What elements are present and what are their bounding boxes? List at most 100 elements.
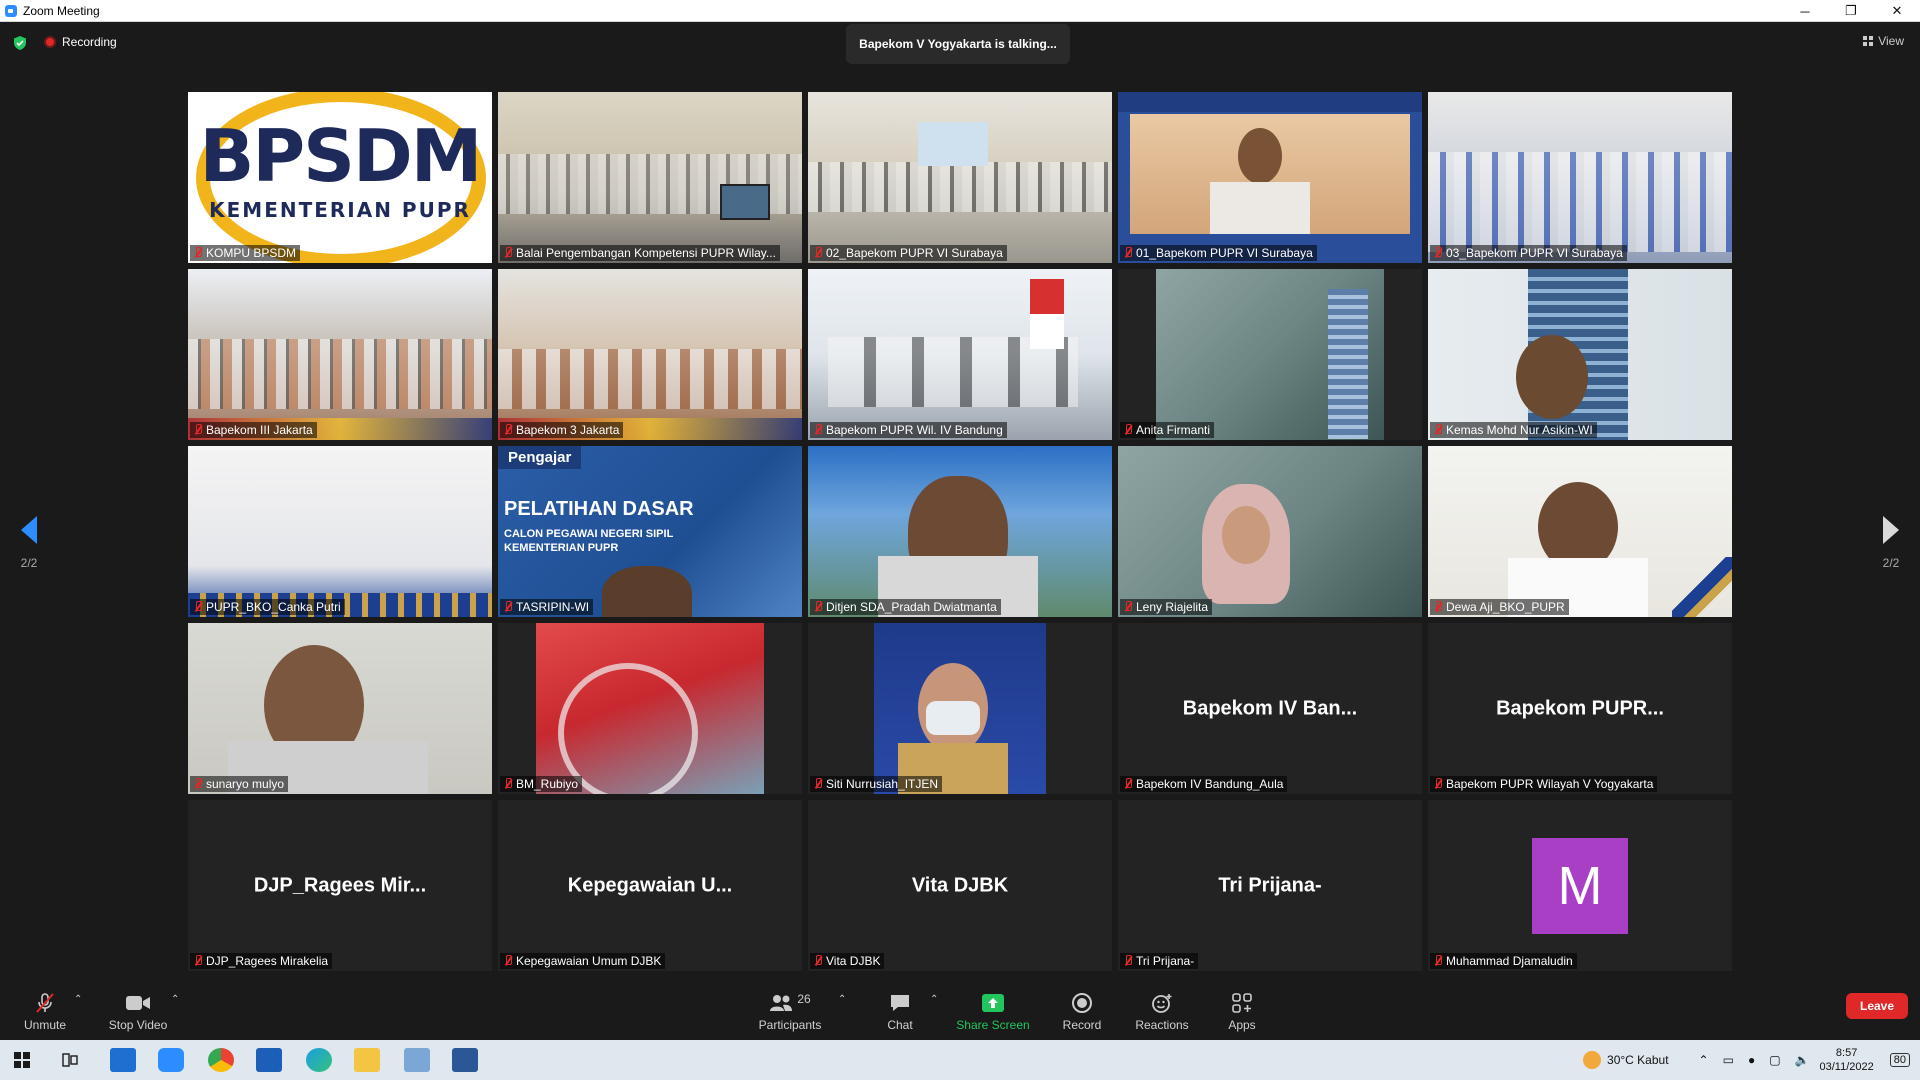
participant-tile[interactable]: sunaryo mulyo bbox=[188, 623, 492, 794]
notifications-badge[interactable]: 80 bbox=[1889, 1053, 1910, 1067]
participant-tile[interactable]: BM_Rubiyo bbox=[498, 623, 802, 794]
participant-tile[interactable]: Anita Firmanti bbox=[1118, 269, 1422, 440]
participants-icon bbox=[770, 995, 793, 1011]
page-indicator-right: 2/2 bbox=[1882, 556, 1900, 570]
participant-tile[interactable]: Bapekom 3 Jakarta bbox=[498, 269, 802, 440]
muted-mic-icon bbox=[194, 955, 202, 966]
previous-page-button[interactable]: 2/2 bbox=[9, 516, 49, 570]
record-button[interactable]: Record bbox=[1062, 992, 1102, 1032]
participant-tile[interactable]: Bapekom IV Ban... Bapekom IV Bandung_Aul… bbox=[1118, 623, 1422, 794]
participant-tile[interactable]: Balai Pengembangan Kompetensi PUPR Wilay… bbox=[498, 92, 802, 263]
participant-tile[interactable]: Kemas Mohd Nur Asikin-WI bbox=[1428, 269, 1732, 440]
muted-mic-icon bbox=[504, 424, 512, 435]
muted-mic-icon bbox=[504, 601, 512, 612]
system-tray: 30°C Kabut ⌃ ▭ ● ▢ 🔈 8:57 03/11/2022 80 bbox=[1583, 1040, 1920, 1080]
page-indicator-left: 2/2 bbox=[20, 556, 38, 570]
view-label: View bbox=[1878, 34, 1904, 48]
participant-tile[interactable]: M Muhammad Djamaludin bbox=[1428, 800, 1732, 971]
network-icon[interactable]: ▭ bbox=[1723, 1053, 1734, 1067]
participants-count: 26 bbox=[797, 992, 811, 1006]
participant-tile[interactable]: Bapekom PUPR Wil. IV Bandung bbox=[808, 269, 1112, 440]
muted-mic-icon bbox=[194, 424, 202, 435]
muted-mic-icon bbox=[1124, 424, 1132, 435]
word-app-icon[interactable] bbox=[452, 1048, 478, 1072]
participant-tile[interactable]: Vita DJBK Vita DJBK bbox=[808, 800, 1112, 971]
recording-dot-icon bbox=[44, 36, 56, 48]
zoom-taskbar-icon[interactable] bbox=[158, 1048, 184, 1072]
edge-app-icon[interactable] bbox=[306, 1048, 332, 1072]
encryption-shield-icon[interactable] bbox=[12, 35, 28, 51]
participant-tile[interactable]: DJP_Ragees Mir... DJP_Ragees Mirakelia bbox=[188, 800, 492, 971]
hidden-icons-chevron-icon[interactable]: ⌃ bbox=[1699, 1053, 1709, 1067]
grid-view-icon bbox=[1863, 36, 1874, 46]
muted-mic-icon bbox=[1124, 247, 1132, 258]
meeting-toolbar: Unmute ⌃ Stop Video ⌃ 26 Participants ⌃ … bbox=[0, 980, 1920, 1040]
participant-tile[interactable]: Tri Prijana- Tri Prijana- bbox=[1118, 800, 1422, 971]
task-view-icon[interactable] bbox=[62, 1052, 78, 1068]
talking-banner: Bapekom V Yogyakarta is talking... bbox=[846, 24, 1070, 64]
muted-mic-icon bbox=[814, 778, 822, 789]
stop-video-button[interactable]: Stop Video bbox=[106, 992, 170, 1032]
muted-mic-icon bbox=[1434, 247, 1442, 258]
participant-name: PUPR_BKO_Canka Putri bbox=[190, 599, 345, 615]
participant-tile[interactable]: Leny Riajelita bbox=[1118, 446, 1422, 617]
participant-name: TASRIPIN-WI bbox=[500, 599, 594, 615]
chrome-app-icon[interactable] bbox=[208, 1048, 234, 1072]
participant-tile[interactable]: Ditjen SDA_Pradah Dwiatmanta bbox=[808, 446, 1112, 617]
app-icon[interactable] bbox=[404, 1048, 430, 1072]
leave-button[interactable]: Leave bbox=[1846, 993, 1908, 1019]
participant-tile[interactable]: PUPR_BKO_Canka Putri bbox=[188, 446, 492, 617]
unmute-button[interactable]: Unmute bbox=[20, 992, 70, 1032]
windows-start-icon[interactable] bbox=[14, 1052, 30, 1068]
view-button[interactable]: View bbox=[1863, 34, 1904, 48]
next-page-button[interactable]: 2/2 bbox=[1871, 516, 1911, 570]
participant-tile[interactable]: Kepegawaian U... Kepegawaian Umum DJBK bbox=[498, 800, 802, 971]
close-button[interactable]: ✕ bbox=[1874, 0, 1920, 22]
muted-mic-icon bbox=[814, 601, 822, 612]
display-icon[interactable]: ▢ bbox=[1769, 1053, 1780, 1067]
chat-label: Chat bbox=[887, 1018, 913, 1032]
participant-tile[interactable]: 03_Bapekom PUPR VI Surabaya bbox=[1428, 92, 1732, 263]
participant-name: BM_Rubiyo bbox=[500, 776, 583, 792]
store-app-icon[interactable] bbox=[256, 1048, 282, 1072]
muted-mic-icon bbox=[194, 778, 202, 789]
reactions-button[interactable]: Reactions bbox=[1134, 992, 1190, 1032]
microphone-tray-icon[interactable]: ● bbox=[1748, 1053, 1755, 1067]
video-camera-icon bbox=[126, 996, 150, 1010]
volume-icon[interactable]: 🔈 bbox=[1795, 1053, 1810, 1067]
participants-button[interactable]: 26 Participants bbox=[756, 992, 824, 1032]
weather-text[interactable]: 30°C Kabut bbox=[1607, 1053, 1669, 1067]
participant-tile[interactable]: Pengajar PELATIHAN DASAR CALON PEGAWAI N… bbox=[498, 446, 802, 617]
file-explorer-icon[interactable] bbox=[354, 1048, 380, 1072]
participant-name: Muhammad Djamaludin bbox=[1430, 953, 1577, 969]
window-title: Zoom Meeting bbox=[23, 3, 100, 18]
participant-tile[interactable]: Bapekom III Jakarta bbox=[188, 269, 492, 440]
minimize-button[interactable]: ─ bbox=[1782, 0, 1828, 22]
participants-options-chevron-icon[interactable]: ⌃ bbox=[838, 994, 846, 1005]
participant-name: 02_Bapekom PUPR VI Surabaya bbox=[810, 245, 1007, 261]
share-screen-button[interactable]: Share Screen bbox=[956, 992, 1030, 1032]
audio-options-chevron-icon[interactable]: ⌃ bbox=[74, 994, 82, 1005]
participant-tile[interactable]: 01_Bapekom PUPR VI Surabaya bbox=[1118, 92, 1422, 263]
chat-button[interactable]: Chat bbox=[882, 992, 918, 1032]
arrow-left-icon bbox=[21, 516, 37, 544]
participant-tile[interactable]: 02_Bapekom PUPR VI Surabaya bbox=[808, 92, 1112, 263]
participant-name: Vita DJBK bbox=[810, 953, 885, 969]
participant-tile[interactable]: Bapekom PUPR... Bapekom PUPR Wilayah V Y… bbox=[1428, 623, 1732, 794]
participant-display-name: Vita DJBK bbox=[911, 874, 1009, 896]
muted-mic-icon bbox=[1124, 778, 1132, 789]
video-options-chevron-icon[interactable]: ⌃ bbox=[171, 994, 179, 1005]
participant-tile[interactable]: Siti Nurrusiah_ITJEN bbox=[808, 623, 1112, 794]
restore-button[interactable]: ❐ bbox=[1828, 0, 1874, 22]
participant-display-name: Bapekom IV Ban... bbox=[1182, 697, 1358, 719]
participant-name: sunaryo mulyo bbox=[190, 776, 289, 792]
chat-options-chevron-icon[interactable]: ⌃ bbox=[930, 994, 938, 1005]
participant-tile[interactable]: BPSDM KEMENTERIAN PUPR KOMPU BPSDM bbox=[188, 92, 492, 263]
recording-indicator[interactable]: Recording bbox=[44, 35, 117, 49]
apps-button[interactable]: Apps bbox=[1224, 992, 1260, 1032]
muted-mic-icon bbox=[1434, 955, 1442, 966]
clock[interactable]: 8:57 03/11/2022 bbox=[1820, 1046, 1874, 1074]
mail-app-icon[interactable] bbox=[110, 1048, 136, 1072]
participants-label: Participants bbox=[758, 1018, 822, 1032]
participant-tile[interactable]: Dewa Aji_BKO_PUPR bbox=[1428, 446, 1732, 617]
